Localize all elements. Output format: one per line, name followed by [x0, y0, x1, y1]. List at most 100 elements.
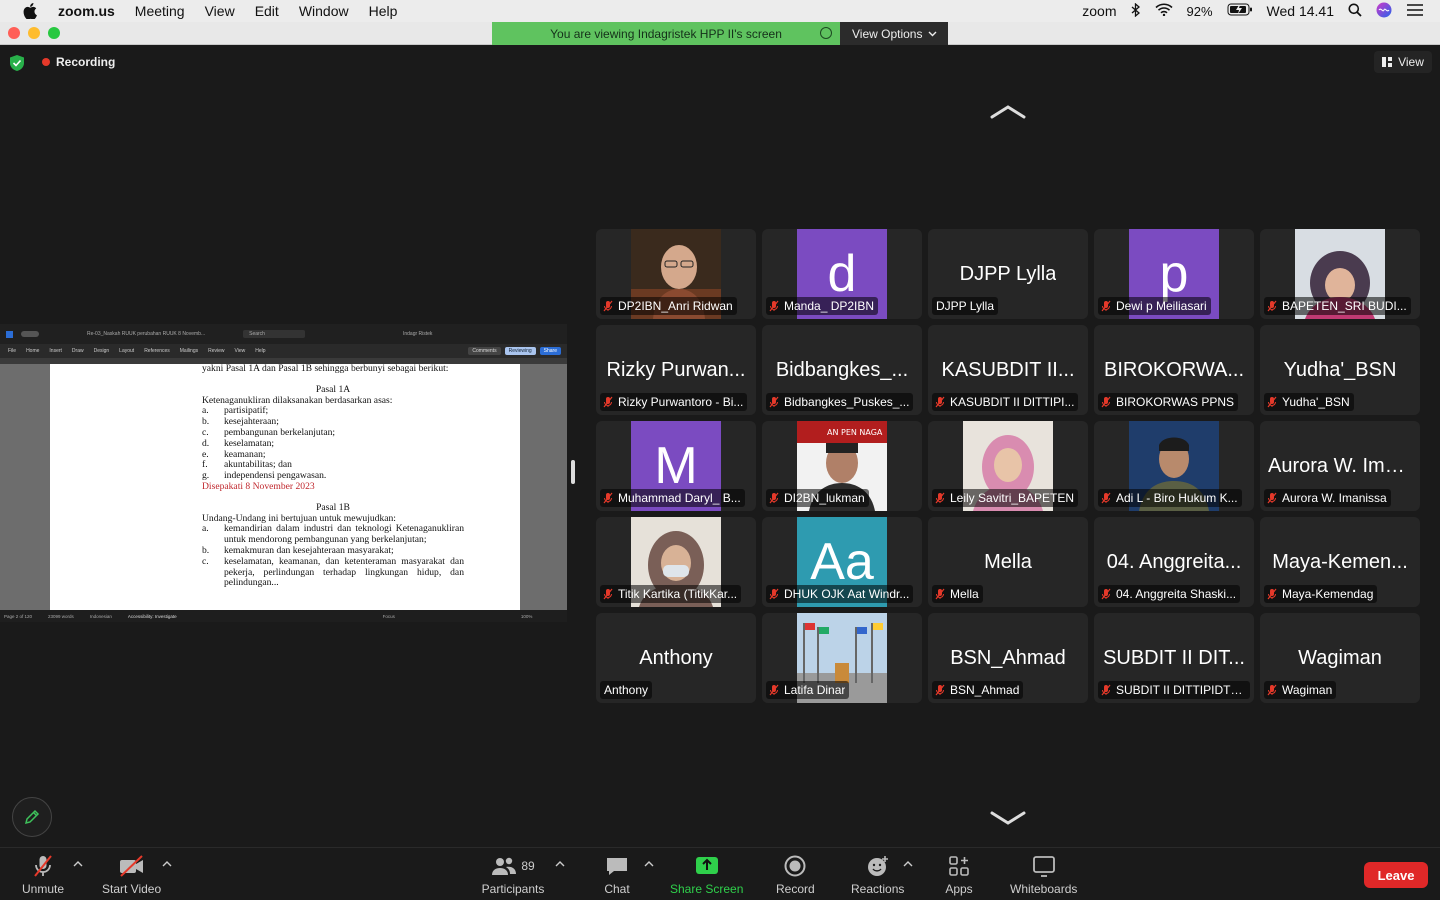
- screen-share-banner: You are viewing Indagristek HPP II's scr…: [492, 22, 840, 45]
- wifi-icon[interactable]: [1154, 3, 1173, 19]
- participant-tile[interactable]: d Manda_ DP2IBN: [762, 229, 922, 319]
- menu-help[interactable]: Help: [369, 3, 398, 19]
- participant-tile[interactable]: Aurora W. Ima... Aurora W. Imanissa: [1260, 421, 1420, 511]
- recording-indicator[interactable]: Recording: [42, 55, 115, 69]
- siri-icon[interactable]: [1376, 2, 1392, 21]
- participant-tile[interactable]: KASUBDIT II... KASUBDIT II DITTIPI...: [928, 325, 1088, 415]
- participant-name-label: DP2IBN_Anri Ridwan: [600, 297, 737, 315]
- participant-name-label: DI2BN_lukman: [766, 489, 869, 507]
- participant-name: DJPP Lylla: [936, 299, 995, 313]
- menu-window[interactable]: Window: [299, 3, 349, 19]
- participant-name-label: Rizky Purwantoro - Bi...: [600, 393, 748, 411]
- battery-icon[interactable]: [1227, 3, 1253, 19]
- chevron-up-icon[interactable]: [988, 103, 1028, 121]
- record-label: Record: [776, 882, 815, 896]
- participant-tile[interactable]: DJPP Lylla DJPP Lylla: [928, 229, 1088, 319]
- muted-mic-icon: [1100, 300, 1112, 312]
- participant-tile[interactable]: 04. Anggreita... 04. Anggreita Shaski...: [1094, 517, 1254, 607]
- participants-chevron-icon[interactable]: [555, 860, 565, 868]
- participants-button[interactable]: 89 Participants: [478, 854, 548, 896]
- muted-mic-icon: [768, 300, 780, 312]
- participant-name: Manda_ DP2IBN: [784, 299, 875, 313]
- window-minimize-button[interactable]: [28, 27, 40, 39]
- unmute-label: Unmute: [22, 882, 65, 896]
- menu-edit[interactable]: Edit: [255, 3, 279, 19]
- participant-tile[interactable]: M Muhammad Daryl_ B...: [596, 421, 756, 511]
- status-accessibility: Accessibility: Investigate: [127, 613, 177, 619]
- participant-tile[interactable]: Latifa Dinar: [762, 613, 922, 703]
- participant-tile[interactable]: Adi L - Biro Hukum K...: [1094, 421, 1254, 511]
- leave-button[interactable]: Leave: [1364, 862, 1428, 888]
- doc-list-item: c. keselamatan, keamanan, dan ketenterama…: [202, 555, 464, 589]
- participant-tile[interactable]: Wagiman Wagiman: [1260, 613, 1420, 703]
- participant-tile[interactable]: BIROKORWA... BIROKORWAS PPNS: [1094, 325, 1254, 415]
- reactions-chevron-icon[interactable]: [903, 860, 913, 868]
- participant-tile[interactable]: Leily Savitri_BAPETEN: [928, 421, 1088, 511]
- participant-tile[interactable]: p Dewi p Meiliasari: [1094, 229, 1254, 319]
- participant-tile[interactable]: Mella Mella: [928, 517, 1088, 607]
- participant-tile[interactable]: DP2IBN_Anri Ridwan: [596, 229, 756, 319]
- participant-tile[interactable]: Aa DHUK OJK Aat Windr...: [762, 517, 922, 607]
- participant-tile[interactable]: BAPETEN_SRI BUDI...: [1260, 229, 1420, 319]
- muted-mic-icon: [1266, 300, 1278, 312]
- splitter-handle[interactable]: [571, 460, 575, 484]
- menu-view[interactable]: View: [205, 3, 235, 19]
- participant-tile[interactable]: Anthony Anthony: [596, 613, 756, 703]
- stop-viewing-icon[interactable]: [820, 27, 832, 39]
- muted-mic-icon: [602, 300, 614, 312]
- share-screen-label: Share Screen: [670, 882, 744, 896]
- status-page: Page 2 of 120: [4, 613, 33, 619]
- chat-button[interactable]: Chat: [603, 854, 631, 896]
- participant-tile[interactable]: Maya-Kemen... Maya-Kemendag: [1260, 517, 1420, 607]
- doc-list-marker: c.: [202, 555, 209, 567]
- reactions-button[interactable]: Reactions: [851, 854, 904, 896]
- participant-name-label: Muhammad Daryl_ B...: [600, 489, 745, 507]
- participants-icon: 89: [478, 854, 548, 878]
- participant-tile[interactable]: SUBDIT II DIT... SUBDIT II DITTIPIDTE...: [1094, 613, 1254, 703]
- participant-display-name-text: Rizky Purwan...: [606, 358, 746, 381]
- word-tab-references: References: [144, 348, 170, 354]
- apps-button[interactable]: Apps: [945, 854, 973, 896]
- clock[interactable]: Wed 14.41: [1267, 3, 1334, 19]
- participant-tile[interactable]: Yudha'_BSN Yudha'_BSN: [1260, 325, 1420, 415]
- bluetooth-icon[interactable]: [1131, 2, 1141, 20]
- participant-name-label: Mella: [932, 585, 983, 603]
- control-center-icon[interactable]: [1406, 3, 1424, 20]
- chevron-down-icon[interactable]: [988, 809, 1028, 827]
- muted-mic-icon: [934, 396, 946, 408]
- start-video-button[interactable]: Start Video: [102, 854, 161, 896]
- participant-tile[interactable]: Rizky Purwan... Rizky Purwantoro - Bi...: [596, 325, 756, 415]
- share-screen-button[interactable]: Share Screen: [670, 854, 743, 896]
- view-button[interactable]: View: [1374, 51, 1432, 73]
- muted-mic-icon: [1266, 684, 1278, 696]
- shield-check-icon[interactable]: [10, 55, 24, 71]
- word-tab-help: Help: [255, 348, 266, 354]
- participant-name-label: SUBDIT II DITTIPIDTE...: [1098, 681, 1250, 699]
- window-fullscreen-button[interactable]: [48, 27, 60, 39]
- participant-tile[interactable]: Bidbangkes_... Bidbangkes_Puskes_...: [762, 325, 922, 415]
- start-video-label: Start Video: [102, 882, 162, 896]
- chat-chevron-icon[interactable]: [644, 860, 654, 868]
- word-logo-icon: [6, 330, 13, 338]
- participant-name: DHUK OJK Aat Windr...: [784, 587, 910, 601]
- menu-app-name[interactable]: zoom.us: [58, 3, 115, 19]
- whiteboards-button[interactable]: Whiteboards: [1010, 854, 1077, 896]
- video-options-chevron-icon[interactable]: [162, 860, 172, 868]
- window-close-button[interactable]: [8, 27, 20, 39]
- shared-screen-view[interactable]: Re-03_Naskah RUUK perubahan RUUK 8 Novem…: [0, 324, 575, 622]
- participant-tile[interactable]: Titik Kartika (TitikKar...: [596, 517, 756, 607]
- search-icon[interactable]: [1348, 3, 1362, 20]
- unmute-button[interactable]: Unmute: [22, 854, 64, 896]
- record-button[interactable]: Record: [776, 854, 815, 896]
- participant-tile[interactable]: BSN_Ahmad BSN_Ahmad: [928, 613, 1088, 703]
- word-tab-home: Home: [26, 348, 40, 354]
- annotate-pencil-button[interactable]: [12, 797, 52, 837]
- view-options-button[interactable]: View Options: [840, 22, 948, 45]
- participant-name: Mella: [950, 587, 979, 601]
- participant-tile[interactable]: AN PEN NAGA DI2BN_lukman: [762, 421, 922, 511]
- zoom-status-label[interactable]: zoom: [1082, 3, 1116, 19]
- audio-options-chevron-icon[interactable]: [73, 860, 83, 868]
- apple-icon[interactable]: [20, 3, 40, 19]
- participant-name: Rizky Purwantoro - Bi...: [618, 395, 744, 409]
- menu-meeting[interactable]: Meeting: [135, 3, 185, 19]
